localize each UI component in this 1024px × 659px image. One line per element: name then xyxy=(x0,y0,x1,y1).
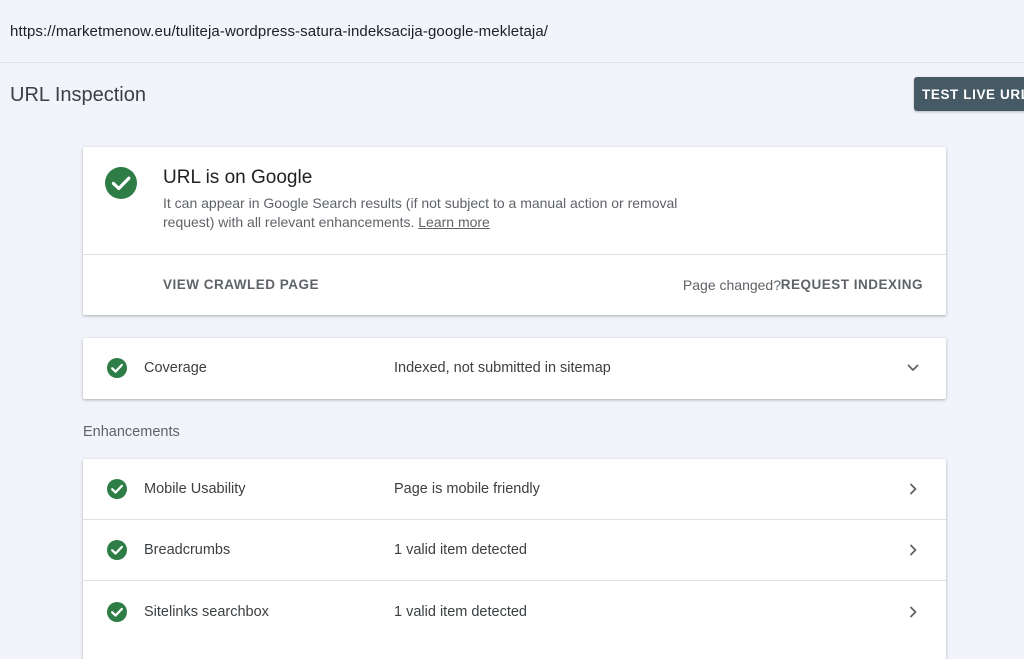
page-changed-label: Page changed? xyxy=(682,277,781,293)
status-title: URL is on Google xyxy=(163,167,313,188)
chevron-right-icon[interactable] xyxy=(906,482,920,496)
enhancement-value: Page is mobile friendly xyxy=(394,481,540,497)
enhancement-value: 1 valid item detected xyxy=(394,542,527,558)
check-circle-icon xyxy=(105,167,137,199)
inspected-url: https://marketmenow.eu/tuliteja-wordpres… xyxy=(10,23,549,40)
enhancement-label: Breadcrumbs xyxy=(144,542,231,558)
enhancement-row-breadcrumbs[interactable]: Breadcrumbs 1 valid item detected xyxy=(83,520,946,581)
enhancements-heading: Enhancements xyxy=(83,424,180,440)
learn-more-link[interactable]: Learn more xyxy=(418,214,490,230)
enhancement-row-sitelinks-searchbox[interactable]: Sitelinks searchbox 1 valid item detecte… xyxy=(83,581,946,642)
view-crawled-page-button[interactable]: VIEW CRAWLED PAGE xyxy=(163,277,319,292)
chevron-right-icon[interactable] xyxy=(906,605,920,619)
coverage-row[interactable]: Coverage Indexed, not submitted in sitem… xyxy=(83,338,946,399)
chevron-right-icon[interactable] xyxy=(906,543,920,557)
chevron-down-icon[interactable] xyxy=(906,361,920,375)
divider xyxy=(83,254,946,255)
request-indexing-button[interactable]: REQUEST INDEXING xyxy=(781,277,923,292)
status-description: It can appear in Google Search results (… xyxy=(163,194,723,232)
index-status-card: URL is on Google It can appear in Google… xyxy=(83,147,946,315)
page-title: URL Inspection xyxy=(10,84,146,106)
url-bar: https://marketmenow.eu/tuliteja-wordpres… xyxy=(0,0,1024,63)
enhancement-value: 1 valid item detected xyxy=(394,604,527,620)
coverage-label: Coverage xyxy=(144,360,207,376)
test-live-url-button[interactable]: TEST LIVE URL xyxy=(914,77,1024,111)
check-circle-icon xyxy=(107,358,127,378)
enhancement-label: Mobile Usability xyxy=(144,481,246,497)
enhancement-label: Sitelinks searchbox xyxy=(144,604,269,620)
check-circle-icon xyxy=(107,540,127,560)
coverage-value: Indexed, not submitted in sitemap xyxy=(394,360,611,376)
enhancement-row-mobile-usability[interactable]: Mobile Usability Page is mobile friendly xyxy=(83,459,946,520)
enhancements-card: Mobile Usability Page is mobile friendly… xyxy=(83,459,946,659)
check-circle-icon xyxy=(107,479,127,499)
check-circle-icon xyxy=(107,602,127,622)
